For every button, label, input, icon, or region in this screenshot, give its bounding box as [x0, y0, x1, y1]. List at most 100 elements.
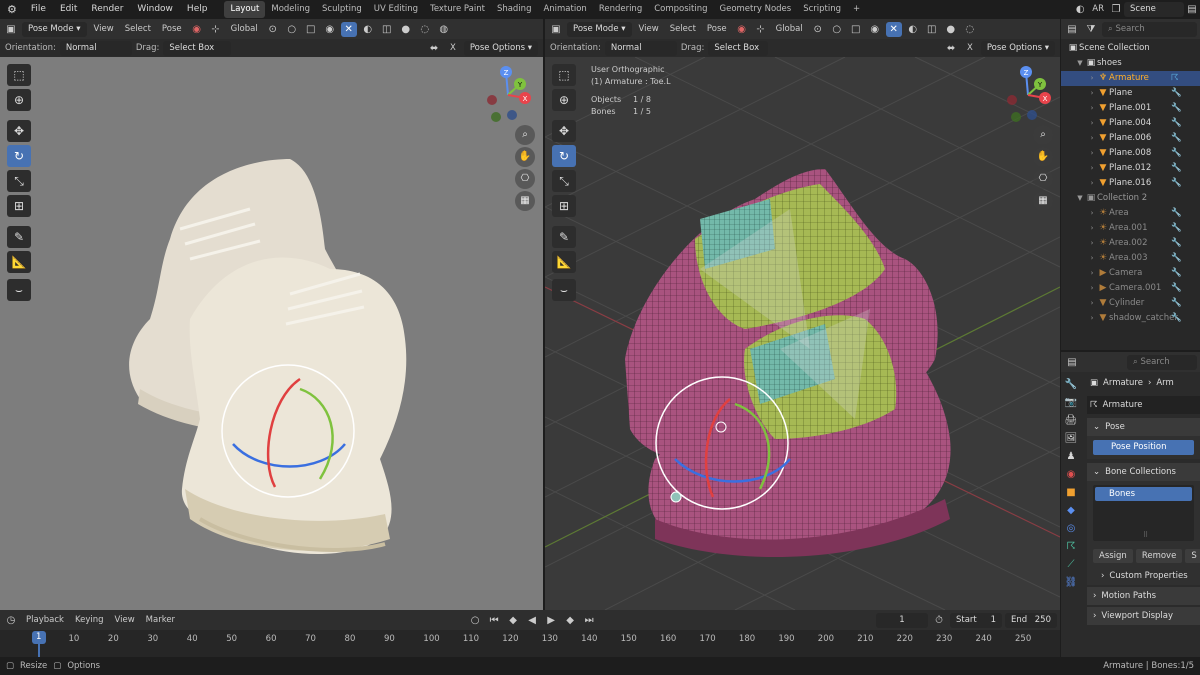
scene-selector[interactable]: Scene: [1124, 2, 1184, 17]
modifier-icon[interactable]: 🔧: [1171, 101, 1182, 116]
expand-icon[interactable]: ›: [1087, 101, 1097, 116]
modifier-icon[interactable]: 🔧: [1171, 146, 1182, 161]
expand-icon[interactable]: ›: [1087, 266, 1097, 281]
custom-properties-subpanel[interactable]: › Custom Properties: [1087, 567, 1200, 585]
object-tab-icon[interactable]: ■: [1064, 484, 1078, 500]
outliner-row-cylinder[interactable]: › ▼ Cylinder 🔧: [1061, 296, 1200, 311]
expand-icon[interactable]: ›: [1087, 161, 1097, 176]
modifier-icon[interactable]: 🔧: [1171, 311, 1182, 326]
blender-logo-icon[interactable]: ⚙: [0, 0, 24, 19]
jump-start-icon[interactable]: ⏮: [486, 613, 502, 628]
armature-data-icon[interactable]: ☈: [1171, 71, 1179, 86]
menu-render[interactable]: Render: [84, 0, 130, 19]
bone-collections-panel-header[interactable]: ⌄ Bone Collections: [1087, 463, 1200, 481]
expand-icon[interactable]: ›: [1087, 146, 1097, 161]
expand-icon[interactable]: ›: [1087, 116, 1097, 131]
output-tab-icon[interactable]: 🖨: [1064, 412, 1078, 428]
expand-icon[interactable]: ›: [1087, 281, 1097, 296]
outliner-row-collection-2[interactable]: ▼ ▣ Collection 2: [1061, 191, 1200, 206]
armature-data-tab-icon[interactable]: ☈: [1064, 538, 1078, 554]
copy-icon[interactable]: ❐: [1108, 2, 1124, 17]
remove-button[interactable]: Remove: [1135, 549, 1183, 563]
modifier-icon[interactable]: 🔧: [1171, 266, 1182, 281]
prev-keyframe-icon[interactable]: ◆: [505, 613, 521, 628]
view-layer-icon[interactable]: ▤: [1184, 2, 1200, 17]
ar-dropdown[interactable]: AR: [1088, 2, 1108, 17]
modifier-icon[interactable]: 🔧: [1171, 296, 1182, 311]
outliner-row-shoes[interactable]: ▼ ▣ shoes: [1061, 56, 1200, 71]
modifier-icon[interactable]: 🔧: [1171, 281, 1182, 296]
clock-icon[interactable]: ⏱: [931, 613, 947, 628]
assign-button[interactable]: Assign: [1093, 549, 1133, 563]
expand-icon[interactable]: ›: [1087, 236, 1097, 251]
record-icon[interactable]: ○: [467, 613, 483, 628]
modifier-icon[interactable]: 🔧: [1171, 251, 1182, 266]
outliner-row-area-002[interactable]: › ☀ Area.002 🔧: [1061, 236, 1200, 251]
outliner-row-plane-008[interactable]: › ▼ Plane.008 🔧: [1061, 146, 1200, 161]
play-icon[interactable]: ▶: [543, 613, 559, 628]
bone-tab-icon[interactable]: ⟋: [1064, 556, 1078, 572]
outliner-row-area-001[interactable]: › ☀ Area.001 🔧: [1061, 221, 1200, 236]
viewport-left[interactable]: ▣ Pose Mode ▾ View Select Pose ◉ ⊹ Globa…: [0, 19, 543, 610]
expand-icon[interactable]: ›: [1087, 251, 1097, 266]
outliner-row-shadow-catcher[interactable]: › ▼ shadow_catcher 🔧: [1061, 311, 1200, 326]
world-tab-icon[interactable]: ◉: [1064, 466, 1078, 482]
scene-tab-icon[interactable]: ♟: [1064, 448, 1078, 464]
expand-icon[interactable]: ▼: [1075, 191, 1085, 206]
workspace-tab-shading[interactable]: Shading: [491, 1, 538, 18]
outliner-row-camera[interactable]: › ▶ Camera 🔧: [1061, 266, 1200, 281]
editor-type-icon[interactable]: ▤: [1064, 22, 1080, 37]
expand-icon[interactable]: ›: [1087, 86, 1097, 101]
workspace-tab-texture-paint[interactable]: Texture Paint: [424, 1, 491, 18]
workspace-tab-layout[interactable]: Layout: [224, 1, 266, 18]
view-layer-tab-icon[interactable]: 🖼: [1064, 430, 1078, 446]
add-workspace-button[interactable]: +: [847, 1, 866, 18]
expand-icon[interactable]: ›: [1087, 131, 1097, 146]
workspace-tab-modeling[interactable]: Modeling: [265, 1, 316, 18]
end-frame-field[interactable]: End 250: [1005, 612, 1057, 628]
select-button[interactable]: S: [1185, 549, 1200, 563]
viewport-right[interactable]: ▣ Pose Mode ▾ View Select Pose ◉ ⊹ Globa…: [545, 19, 1060, 610]
physics-tab-icon[interactable]: ◎: [1064, 520, 1078, 536]
render-engine-icon[interactable]: ◐: [1072, 2, 1088, 17]
bone-collection-item[interactable]: Bones: [1095, 487, 1192, 501]
jump-end-icon[interactable]: ⏭: [581, 613, 597, 628]
menu-marker[interactable]: Marker: [142, 613, 179, 628]
pose-panel-header[interactable]: ⌄ Pose: [1087, 418, 1200, 436]
expand-icon[interactable]: ›: [1087, 71, 1097, 86]
datablock-selector[interactable]: ☈ Armature: [1087, 396, 1200, 414]
expand-icon[interactable]: ›: [1087, 296, 1097, 311]
workspace-tab-sculpting[interactable]: Sculpting: [316, 1, 368, 18]
outliner-row-plane[interactable]: › ▼ Plane 🔧: [1061, 86, 1200, 101]
workspace-tab-animation[interactable]: Animation: [537, 1, 592, 18]
workspace-tab-compositing[interactable]: Compositing: [648, 1, 713, 18]
menu-window[interactable]: Window: [130, 0, 180, 19]
expand-icon[interactable]: ▼: [1075, 56, 1085, 71]
outliner-row-armature[interactable]: › ♆ Armature ☈: [1061, 71, 1200, 86]
workspace-tab-rendering[interactable]: Rendering: [593, 1, 648, 18]
outliner-row-plane-016[interactable]: › ▼ Plane.016 🔧: [1061, 176, 1200, 191]
filter-icon[interactable]: ⧩: [1083, 22, 1099, 37]
menu-help[interactable]: Help: [180, 0, 215, 19]
modifiers-tab-icon[interactable]: ◆: [1064, 502, 1078, 518]
outliner-row-area[interactable]: › ☀ Area 🔧: [1061, 206, 1200, 221]
list-resize-handle-icon[interactable]: ⠿: [1143, 531, 1148, 539]
expand-icon[interactable]: ›: [1087, 176, 1097, 191]
menu-edit[interactable]: Edit: [53, 0, 84, 19]
expand-icon[interactable]: ›: [1087, 206, 1097, 221]
bone-constraint-tab-icon[interactable]: ⛓: [1064, 574, 1078, 590]
menu-file[interactable]: File: [24, 0, 53, 19]
current-frame-field[interactable]: 1: [876, 612, 928, 628]
modifier-icon[interactable]: 🔧: [1171, 221, 1182, 236]
modifier-icon[interactable]: 🔧: [1171, 236, 1182, 251]
outliner-row-camera-001[interactable]: › ▶ Camera.001 🔧: [1061, 281, 1200, 296]
editor-type-icon[interactable]: ▤: [1064, 355, 1080, 370]
start-frame-field[interactable]: Start 1: [950, 612, 1002, 628]
expand-icon[interactable]: ›: [1087, 221, 1097, 236]
modifier-icon[interactable]: 🔧: [1171, 116, 1182, 131]
next-keyframe-icon[interactable]: ◆: [562, 613, 578, 628]
workspace-tab-uv-editing[interactable]: UV Editing: [368, 1, 424, 18]
modifier-icon[interactable]: 🔧: [1171, 131, 1182, 146]
menu-playback[interactable]: Playback: [22, 613, 68, 628]
outliner-row-plane-012[interactable]: › ▼ Plane.012 🔧: [1061, 161, 1200, 176]
